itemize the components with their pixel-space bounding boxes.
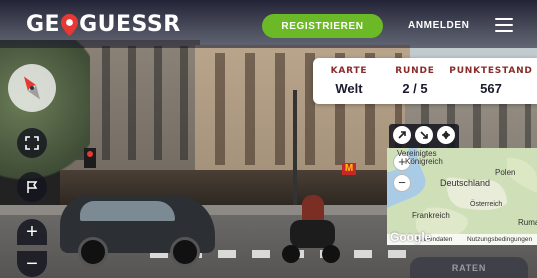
compass-icon[interactable] (8, 64, 56, 112)
status-round-label: RUNDE (395, 66, 435, 76)
map-terms-link[interactable]: Nutzungsbedingungen (467, 236, 532, 243)
car-wheel (78, 237, 108, 267)
status-map-value: Welt (335, 81, 363, 96)
map-label-poland: Polen (495, 168, 516, 177)
top-bar: GE GUESSR REGISTRIEREN ANMELDEN (0, 0, 537, 48)
map-label-romania: Ruma (518, 218, 537, 227)
guess-minimap[interactable]: + − Vereinigtes Königreich Polen Deutsch… (387, 148, 537, 245)
google-logo: Google (390, 230, 432, 244)
map-label-germany: Deutschland (440, 178, 491, 188)
guess-button[interactable]: RATEN (410, 257, 528, 278)
status-score-value: 567 (480, 81, 502, 96)
pin-map-icon[interactable] (437, 126, 455, 144)
status-round: RUNDE 2 / 5 (385, 66, 445, 96)
tree (0, 40, 90, 190)
geoguessr-logo[interactable]: GE GUESSR (26, 12, 181, 37)
fullscreen-icon[interactable] (17, 128, 47, 158)
register-button[interactable]: REGISTRIEREN (262, 14, 383, 38)
status-round-value: 2 / 5 (402, 81, 428, 96)
flag-icon[interactable] (17, 172, 47, 202)
menu-bar (495, 24, 513, 26)
expand-map-icon[interactable] (393, 126, 411, 144)
minimap-zoom-out-button[interactable]: − (393, 174, 411, 192)
motorcycle-rider (280, 195, 340, 265)
car-wheel (170, 237, 200, 267)
menu-bar (495, 30, 513, 32)
zoom-in-button[interactable]: + (17, 219, 47, 245)
status-score-label: PUNKTESTAND (449, 66, 533, 76)
menu-bar (495, 18, 513, 20)
status-map: KARTE Welt (313, 66, 385, 96)
logo-text-end: GUESSR (79, 12, 181, 37)
street-pole (293, 90, 297, 210)
motorcycle-body (290, 220, 335, 248)
map-label-uk-2: Königreich (405, 157, 443, 166)
minimap-toolbar (389, 124, 459, 150)
map-label-france: Frankreich (412, 211, 450, 220)
hamburger-menu-icon[interactable] (495, 18, 513, 32)
shrink-map-icon[interactable] (415, 126, 433, 144)
traffic-light (84, 148, 96, 168)
status-score: PUNKTESTAND 567 (445, 66, 537, 96)
login-link[interactable]: ANMELDEN (408, 20, 469, 31)
map-label-austria: Österreich (470, 201, 503, 208)
motorcycle-wheel (282, 245, 300, 263)
status-map-label: KARTE (330, 66, 368, 76)
game-status-panel: KARTE Welt RUNDE 2 / 5 PUNKTESTAND 567 (313, 58, 537, 104)
car (60, 195, 215, 267)
logo-pin-icon (61, 13, 79, 36)
motorcycle-wheel (322, 245, 340, 263)
restaurant-sign: M (342, 163, 356, 175)
logo-text-start: GE (26, 12, 61, 37)
